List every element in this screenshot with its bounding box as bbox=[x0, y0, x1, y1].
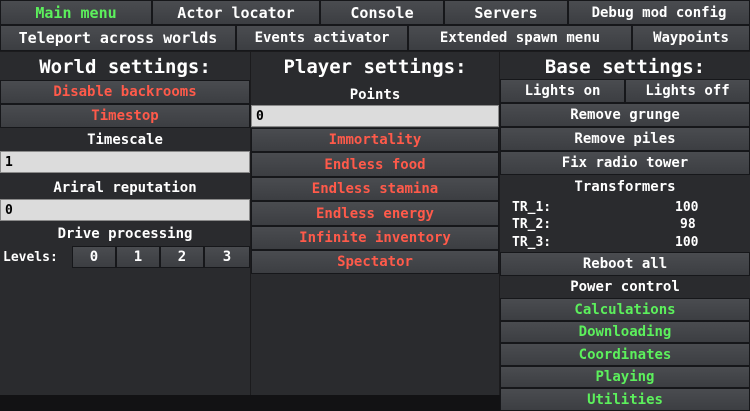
endless-stamina-button[interactable]: Endless stamina bbox=[251, 177, 499, 201]
tab-teleport[interactable]: Teleport across worlds bbox=[0, 25, 236, 51]
timescale-input[interactable] bbox=[0, 151, 250, 173]
spectator-button[interactable]: Spectator bbox=[251, 250, 499, 274]
tab-console[interactable]: Console bbox=[320, 0, 444, 25]
tab-events-activator[interactable]: Events activator bbox=[236, 25, 408, 51]
endless-food-button[interactable]: Endless food bbox=[251, 152, 499, 177]
level-3-button[interactable]: 3 bbox=[204, 246, 250, 268]
remove-piles-button[interactable]: Remove piles bbox=[500, 127, 750, 151]
levels-label: Levels: bbox=[3, 249, 58, 265]
tab-actor-locator[interactable]: Actor locator bbox=[152, 0, 320, 25]
tab-servers[interactable]: Servers bbox=[444, 0, 568, 25]
transformer-1-value: 100 bbox=[675, 200, 699, 215]
player-settings-title: Player settings: bbox=[283, 56, 467, 78]
reboot-all-button[interactable]: Reboot all bbox=[500, 252, 750, 276]
tab-main-menu[interactable]: Main menu bbox=[0, 0, 152, 25]
playing-button[interactable]: Playing bbox=[500, 366, 750, 388]
coordinates-button[interactable]: Coordinates bbox=[500, 343, 750, 366]
lights-on-button[interactable]: Lights on bbox=[500, 79, 625, 103]
endless-energy-button[interactable]: Endless energy bbox=[251, 201, 499, 226]
transformer-2-name: TR_2: bbox=[512, 217, 552, 232]
transformer-1-name: TR_1: bbox=[512, 200, 552, 215]
level-2-button[interactable]: 2 bbox=[160, 246, 204, 268]
ariral-reputation-input[interactable] bbox=[0, 199, 250, 221]
power-control-label: Power control bbox=[570, 279, 680, 295]
infinite-inventory-button[interactable]: Infinite inventory bbox=[251, 226, 499, 250]
transformers-label: Transformers bbox=[574, 179, 676, 195]
level-0-button[interactable]: 0 bbox=[72, 246, 116, 268]
immortality-button[interactable]: Immortality bbox=[251, 128, 499, 152]
tab-extended-spawn[interactable]: Extended spawn menu bbox=[408, 25, 632, 51]
timestop-button[interactable]: Timestop bbox=[0, 104, 250, 128]
game-background bbox=[0, 395, 500, 411]
transformer-3-value: 100 bbox=[675, 235, 699, 250]
tab-debug-mod-config[interactable]: Debug mod config bbox=[568, 0, 750, 25]
lights-off-button[interactable]: Lights off bbox=[625, 79, 750, 103]
drive-processing-label: Drive processing bbox=[57, 226, 193, 242]
ariral-reputation-label: Ariral reputation bbox=[53, 180, 197, 196]
fix-radio-tower-button[interactable]: Fix radio tower bbox=[500, 151, 750, 175]
timescale-label: Timescale bbox=[87, 132, 163, 148]
world-settings-title: World settings: bbox=[39, 56, 211, 78]
tab-waypoints[interactable]: Waypoints bbox=[632, 25, 750, 51]
disable-backrooms-button[interactable]: Disable backrooms bbox=[0, 80, 250, 104]
points-input[interactable] bbox=[251, 105, 499, 127]
base-settings-title: Base settings: bbox=[544, 56, 706, 78]
remove-grunge-button[interactable]: Remove grunge bbox=[500, 103, 750, 127]
downloading-button[interactable]: Downloading bbox=[500, 321, 750, 343]
calculations-button[interactable]: Calculations bbox=[500, 298, 750, 321]
transformer-3-name: TR_3: bbox=[512, 235, 552, 250]
points-label: Points bbox=[349, 87, 401, 103]
level-1-button[interactable]: 1 bbox=[116, 246, 160, 268]
transformer-2-value: 98 bbox=[680, 217, 696, 232]
utilities-button[interactable]: Utilities bbox=[500, 388, 750, 411]
